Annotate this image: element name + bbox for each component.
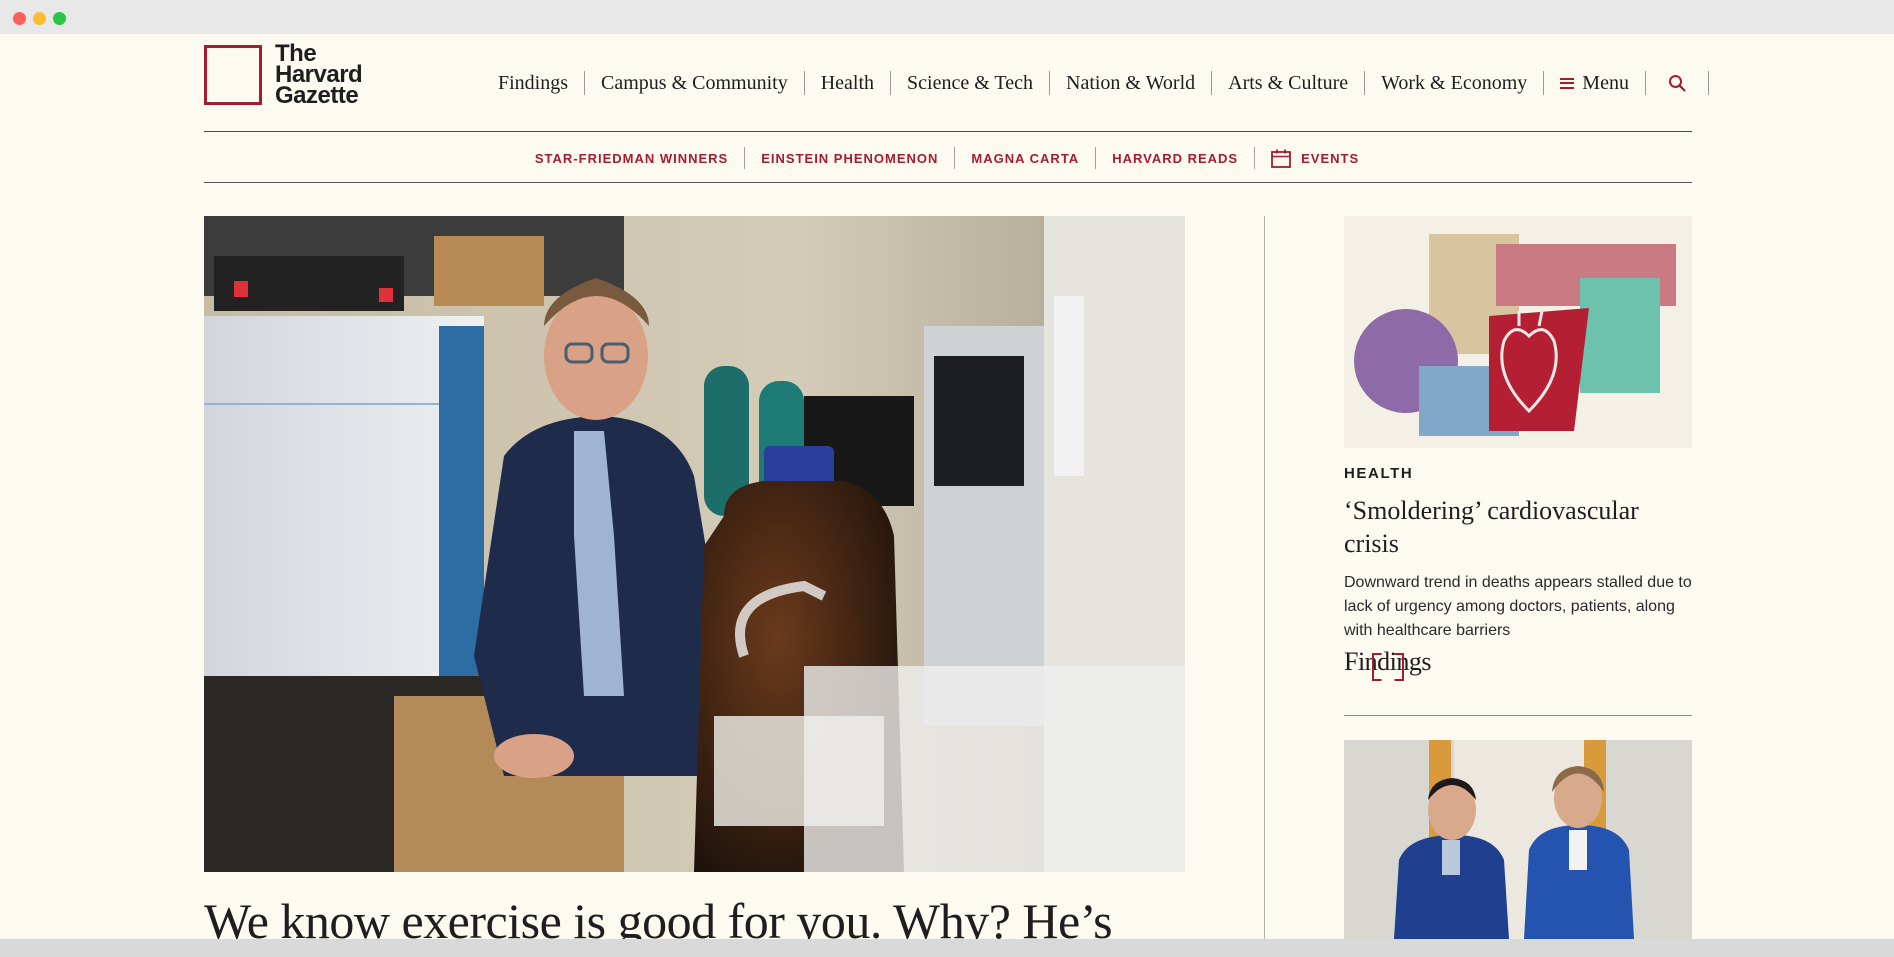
story-description: Downward trend in deaths appears stalled… bbox=[1344, 574, 1692, 639]
nav-divider bbox=[1707, 71, 1709, 95]
search-icon bbox=[1668, 75, 1686, 92]
page: The Harvard Gazette Findings Campus & Co… bbox=[0, 34, 1894, 939]
story-image-two-men[interactable] bbox=[1344, 740, 1692, 939]
subnav-item-magna-carta[interactable]: MAGNA CARTA bbox=[955, 151, 1095, 166]
main-nav: Findings Campus & Community Health Scien… bbox=[482, 61, 1709, 105]
menu-label: Menu bbox=[1582, 72, 1629, 94]
findings-tag[interactable]: Findings bbox=[1344, 647, 1432, 681]
story-kicker[interactable]: HEALTH bbox=[1344, 465, 1413, 482]
maximize-window-button[interactable] bbox=[53, 12, 66, 25]
nav-item-campus-community[interactable]: Campus & Community bbox=[585, 71, 804, 95]
hero-image[interactable] bbox=[204, 216, 1185, 872]
menu-button[interactable]: Menu bbox=[1544, 71, 1645, 95]
logo-wordmark[interactable]: The Harvard Gazette bbox=[275, 42, 385, 109]
nav-item-health[interactable]: Health bbox=[805, 71, 890, 95]
findings-bracket-icon bbox=[1372, 653, 1404, 681]
hero-headline[interactable]: We know exercise is good for you. Why? H… bbox=[204, 891, 1184, 939]
browser-bottom-bar bbox=[0, 939, 1894, 957]
subnav-item-star-friedman-winners[interactable]: STAR-FRIEDMAN WINNERS bbox=[519, 151, 744, 166]
header-rule bbox=[204, 131, 1692, 132]
subnav-item-events[interactable]: EVENTS bbox=[1255, 149, 1375, 168]
topic-subnav: STAR-FRIEDMAN WINNERS EINSTEIN PHENOMENO… bbox=[0, 146, 1894, 170]
hamburger-icon bbox=[1560, 77, 1575, 89]
nav-item-science-tech[interactable]: Science & Tech bbox=[891, 71, 1049, 95]
hero-photo bbox=[204, 216, 1185, 872]
portrait-photo bbox=[1344, 740, 1692, 939]
nav-item-arts-culture[interactable]: Arts & Culture bbox=[1212, 71, 1364, 95]
nav-item-nation-world[interactable]: Nation & World bbox=[1050, 71, 1211, 95]
subnav-item-einstein-phenomenon[interactable]: EINSTEIN PHENOMENON bbox=[745, 151, 954, 166]
column-divider bbox=[1264, 216, 1265, 939]
browser-titlebar bbox=[0, 0, 1894, 35]
sidebar-rule bbox=[1344, 715, 1692, 716]
collage-illustration bbox=[1344, 216, 1692, 448]
logo-line: Gazette bbox=[275, 82, 359, 109]
search-button[interactable] bbox=[1646, 74, 1708, 92]
logo-mark[interactable] bbox=[204, 45, 262, 105]
subnav-item-harvard-reads[interactable]: HARVARD READS bbox=[1096, 151, 1254, 166]
events-label: EVENTS bbox=[1301, 150, 1360, 166]
subnav-rule bbox=[204, 182, 1692, 183]
nav-item-findings[interactable]: Findings bbox=[482, 71, 584, 95]
minimize-window-button[interactable] bbox=[33, 12, 46, 25]
close-window-button[interactable] bbox=[13, 12, 26, 25]
story-title[interactable]: ‘Smoldering’ cardiovascular crisis bbox=[1344, 494, 1684, 560]
calendar-icon bbox=[1271, 149, 1292, 168]
story-image-cardiovascular[interactable] bbox=[1344, 216, 1692, 448]
nav-item-work-economy[interactable]: Work & Economy bbox=[1365, 71, 1543, 95]
